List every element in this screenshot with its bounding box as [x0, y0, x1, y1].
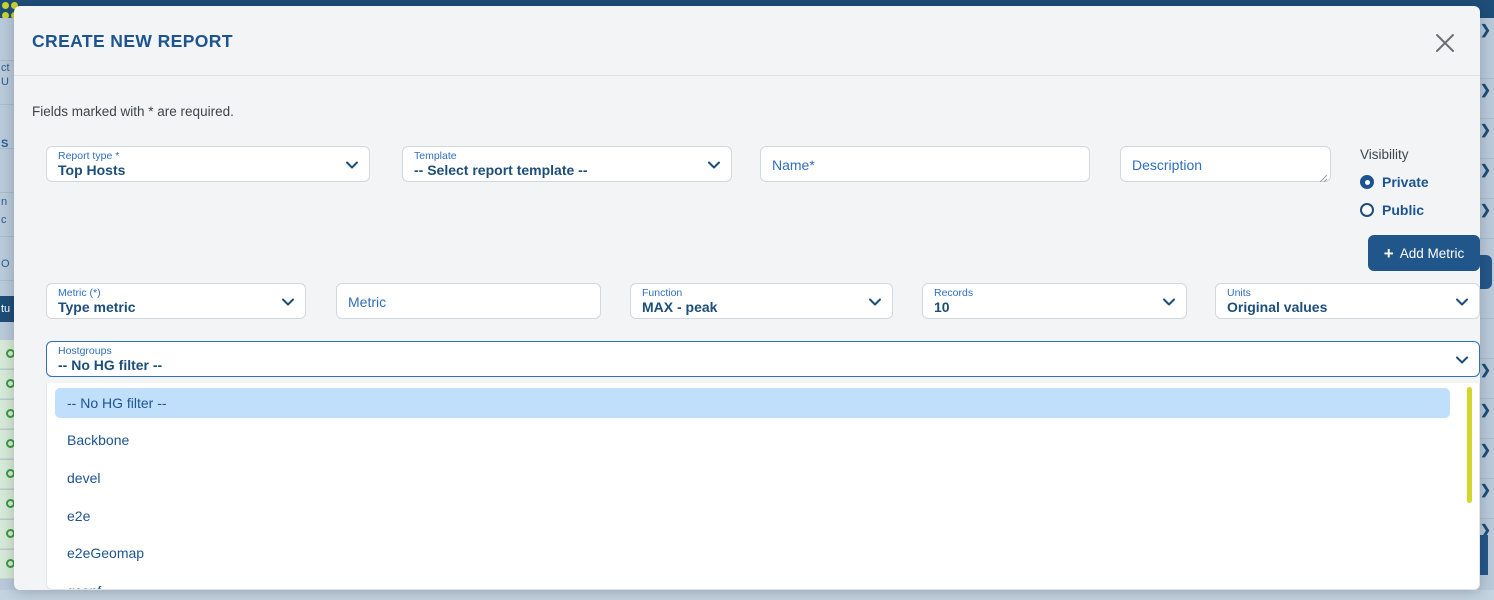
- template-value: -- Select report template --: [414, 162, 588, 178]
- list-item[interactable]: -- No HG filter --: [55, 388, 1450, 418]
- radio-private-icon[interactable]: [1360, 175, 1374, 189]
- add-metric-label: Add Metric: [1399, 245, 1465, 261]
- chevron-right-icon: ❯: [1480, 202, 1491, 217]
- list-item[interactable]: gconf: [55, 576, 1450, 589]
- template-label: Template: [414, 150, 457, 162]
- metric-type-label: Metric (*): [58, 287, 101, 299]
- records-value: 10: [934, 299, 950, 315]
- chevron-right-icon: ❯: [1480, 82, 1491, 97]
- function-value: MAX - peak: [642, 299, 718, 315]
- records-select[interactable]: Records 10: [922, 283, 1187, 319]
- report-type-value: Top Hosts: [58, 162, 126, 178]
- bg-cell-text: O: [1, 258, 10, 270]
- hostgroups-label: Hostgroups: [58, 345, 112, 357]
- description-textarea[interactable]: Description: [1120, 146, 1331, 183]
- plus-icon: +: [1383, 243, 1394, 263]
- function-label: Function: [642, 287, 683, 299]
- name-placeholder: Name*: [772, 157, 815, 173]
- description-placeholder: Description: [1132, 157, 1203, 173]
- metric-type-value: Type metric: [58, 299, 136, 315]
- hostgroups-select[interactable]: Hostgroups -- No HG filter --: [46, 341, 1480, 377]
- records-label: Records: [934, 287, 974, 299]
- dropdown-scrollbar-thumb[interactable]: [1467, 387, 1472, 503]
- metric-placeholder: Metric: [348, 294, 387, 310]
- radio-public[interactable]: Public: [1360, 202, 1429, 218]
- chevron-right-icon: ❯: [1480, 122, 1491, 137]
- template-select[interactable]: Template -- Select report template --: [402, 146, 732, 182]
- chevron-right-icon: ❯: [1480, 22, 1491, 37]
- function-select[interactable]: Function MAX - peak: [630, 283, 893, 319]
- chevron-right-icon: ❯: [1480, 482, 1491, 497]
- chevron-down-icon: [1455, 295, 1469, 309]
- hostgroups-dropdown-list: -- No HG filter -- Backbone devel e2e e2…: [46, 383, 1480, 590]
- units-select[interactable]: Units Original values: [1215, 283, 1480, 319]
- chevron-down-icon: [1455, 353, 1469, 367]
- list-item[interactable]: Backbone: [55, 425, 1450, 455]
- chevron-down-icon: [707, 158, 721, 172]
- create-new-report-modal: CREATE NEW REPORT Fields marked with * a…: [14, 6, 1480, 590]
- required-fields-note: Fields marked with * are required.: [32, 104, 234, 119]
- radio-public-icon[interactable]: [1360, 203, 1374, 217]
- chevron-down-icon: [281, 295, 295, 309]
- page-title: CREATE NEW REPORT: [32, 31, 233, 51]
- bg-cell-text: ct: [1, 62, 10, 74]
- chevron-right-icon: ❯: [1480, 442, 1491, 457]
- metric-type-select[interactable]: Metric (*) Type metric: [46, 283, 306, 319]
- radio-private[interactable]: Private: [1360, 174, 1429, 190]
- resize-handle-icon[interactable]: [1319, 170, 1328, 183]
- add-metric-button[interactable]: + Add Metric: [1368, 235, 1480, 271]
- visibility-group: Visibility Private Public: [1360, 147, 1429, 218]
- radio-public-label: Public: [1382, 202, 1425, 218]
- modal-header: CREATE NEW REPORT: [14, 6, 1480, 76]
- units-label: Units: [1227, 287, 1251, 299]
- name-input[interactable]: Name*: [760, 146, 1090, 182]
- hostgroups-value: -- No HG filter --: [58, 357, 163, 373]
- chevron-down-icon: [868, 295, 882, 309]
- chevron-down-icon: [345, 158, 359, 172]
- list-item[interactable]: e2e: [55, 501, 1450, 531]
- chevron-right-icon: ❯: [1480, 362, 1491, 377]
- app-bottom-bar: [0, 590, 1494, 600]
- chevron-right-icon: ❯: [1480, 162, 1491, 177]
- list-item[interactable]: e2eGeomap: [55, 538, 1450, 568]
- report-type-label: Report type *: [58, 150, 120, 162]
- units-value: Original values: [1227, 299, 1328, 315]
- chevron-down-icon: [1162, 295, 1176, 309]
- bg-cell-text: n: [1, 196, 8, 208]
- visibility-label: Visibility: [1360, 147, 1409, 162]
- bg-cell-text: U: [1, 76, 9, 88]
- chevron-right-icon: ❯: [1480, 402, 1491, 417]
- close-icon[interactable]: [1432, 30, 1458, 56]
- radio-private-label: Private: [1382, 174, 1429, 190]
- bg-cell-text: c: [1, 214, 7, 226]
- bg-cell-text: S: [1, 138, 9, 150]
- metric-input[interactable]: Metric: [336, 283, 601, 319]
- report-type-select[interactable]: Report type * Top Hosts: [46, 146, 370, 182]
- list-item[interactable]: devel: [55, 463, 1450, 493]
